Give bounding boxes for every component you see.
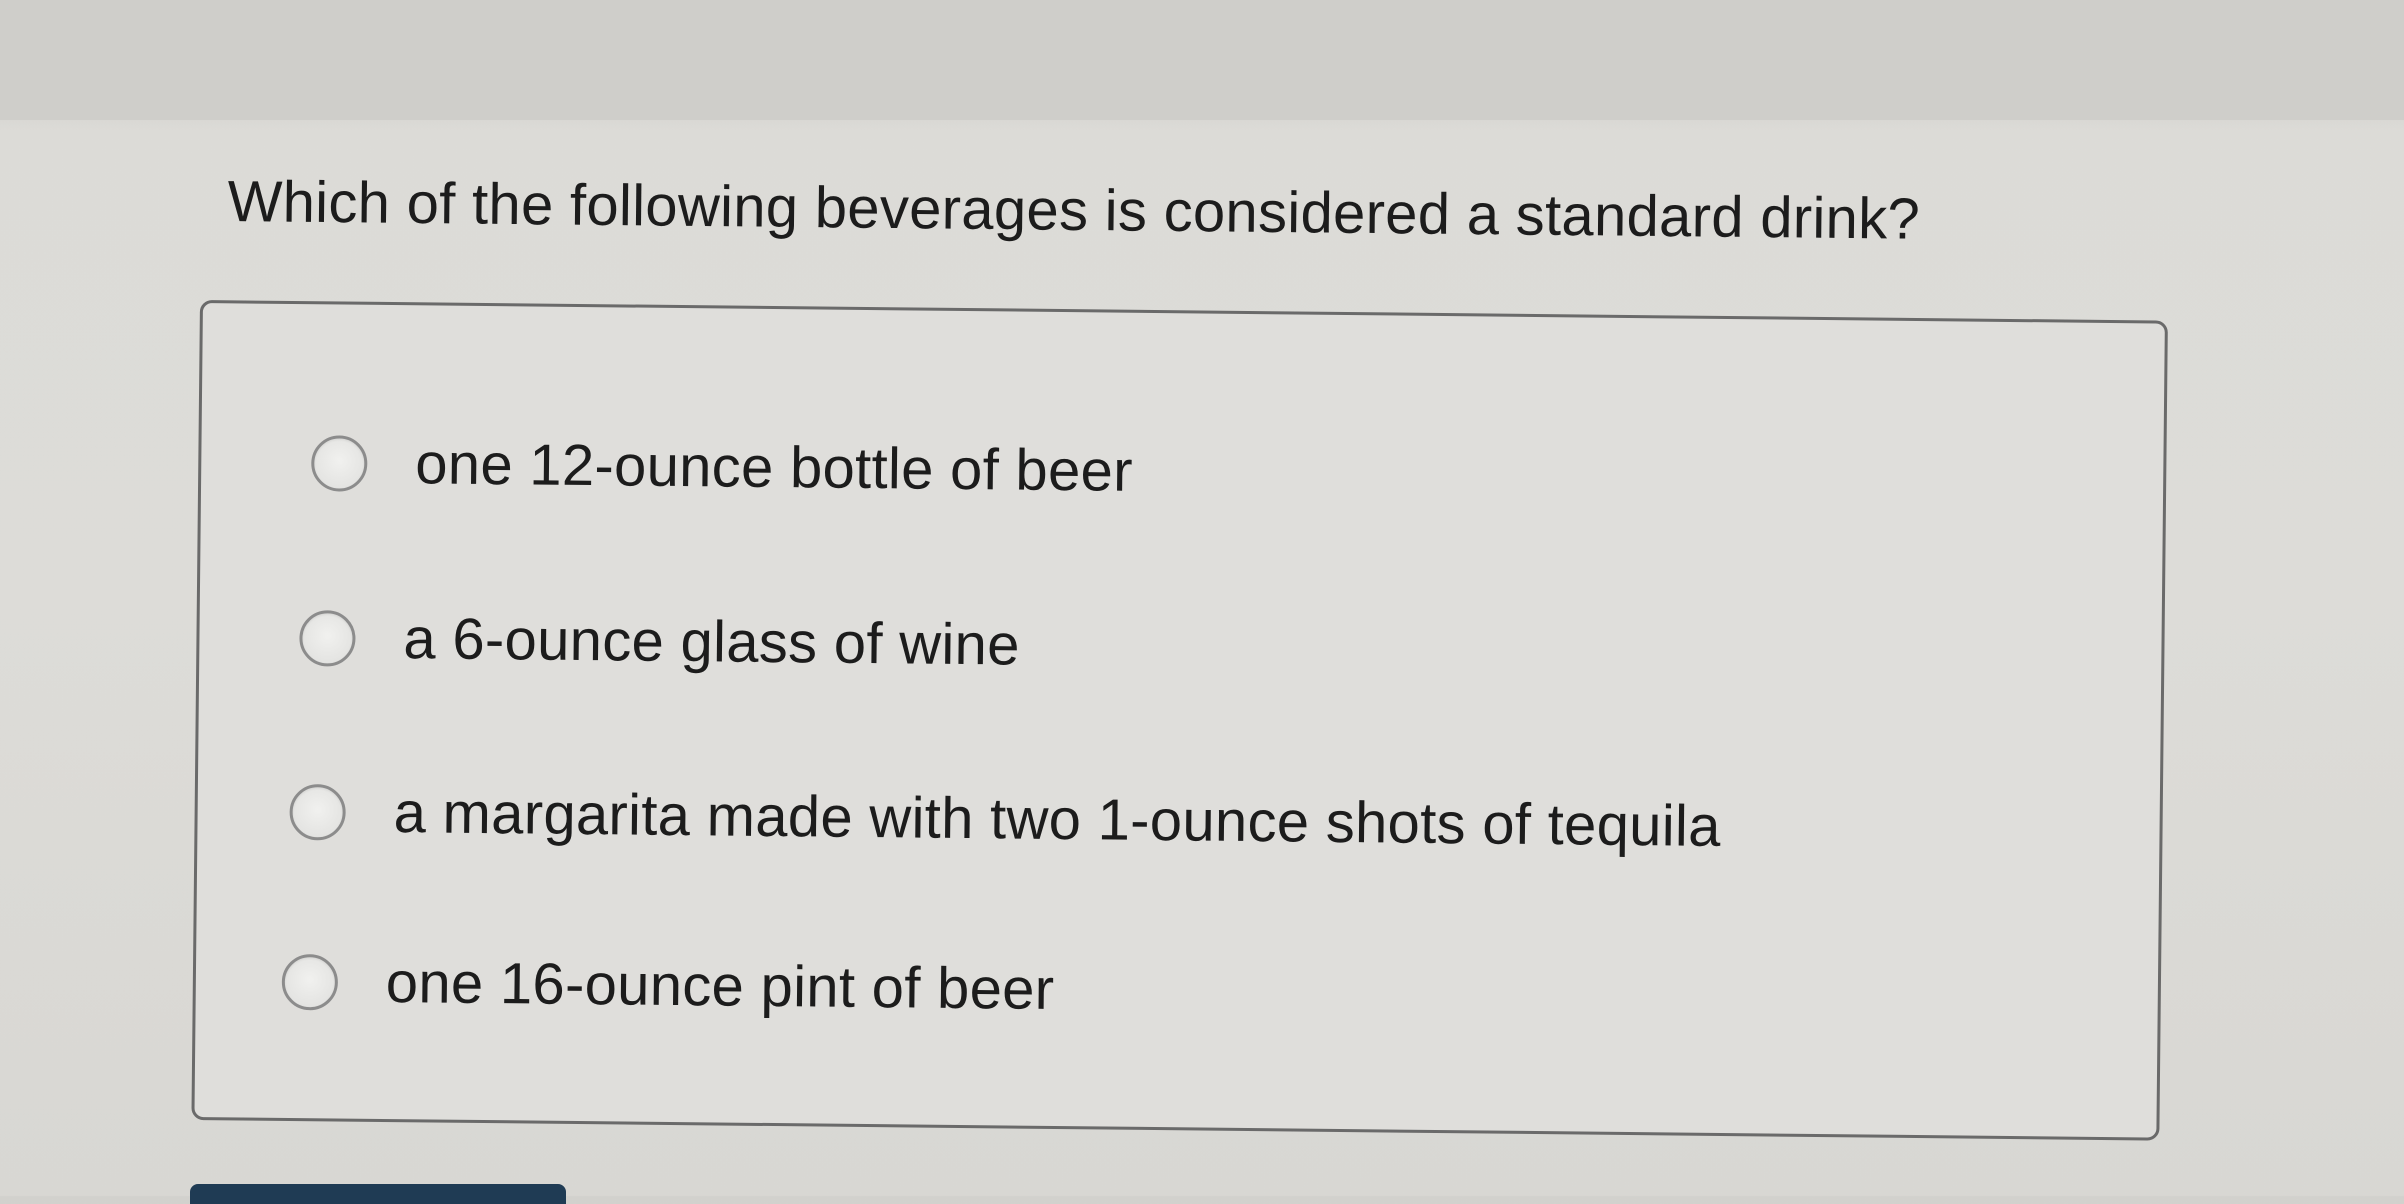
question-text: Which of the following beverages is cons… — [227, 168, 1921, 252]
answer-options-box: one 12-ounce bottle of beer a 6-ounce gl… — [191, 300, 2168, 1141]
top-shade — [0, 0, 2404, 120]
option-2-label: a 6-ounce glass of wine — [403, 606, 1021, 678]
option-4[interactable]: one 16-ounce pint of beer — [281, 948, 1055, 1023]
radio-button-option-3[interactable] — [289, 783, 346, 841]
option-3-label: a margarita made with two 1-ounce shots … — [393, 780, 1722, 859]
option-4-label: one 16-ounce pint of beer — [385, 949, 1055, 1022]
option-1[interactable]: one 12-ounce bottle of beer — [311, 429, 1133, 505]
radio-button-option-2[interactable] — [299, 609, 356, 667]
option-3[interactable]: a margarita made with two 1-ounce shots … — [289, 778, 1721, 860]
option-2[interactable]: a 6-ounce glass of wine — [299, 604, 1020, 679]
option-1-label: one 12-ounce bottle of beer — [414, 431, 1134, 504]
radio-button-option-1[interactable] — [311, 434, 368, 492]
radio-button-option-4[interactable] — [281, 953, 339, 1010]
submit-button-partial[interactable] — [190, 1184, 566, 1204]
